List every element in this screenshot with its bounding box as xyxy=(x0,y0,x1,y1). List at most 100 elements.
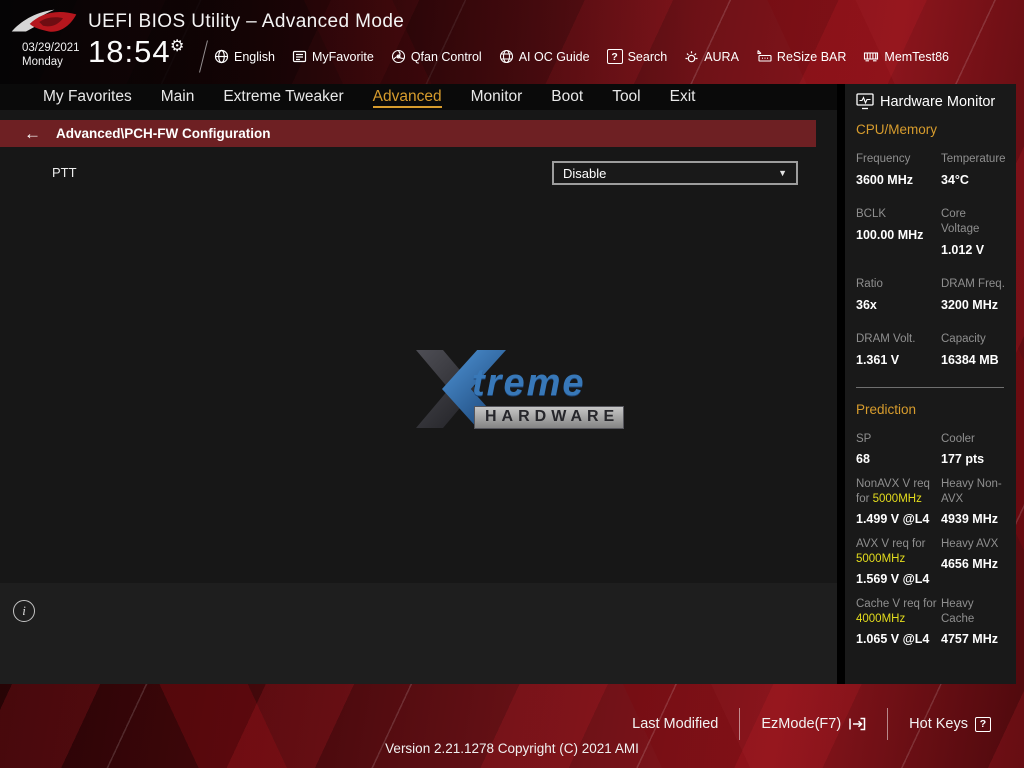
monitor-label: DRAM Freq. xyxy=(941,278,1005,290)
sidebar-title: Hardware Monitor xyxy=(856,93,1010,110)
toolbar-label: AI OC Guide xyxy=(518,49,590,64)
toolbar-item-qfan-control[interactable]: Qfan Control xyxy=(391,49,482,64)
toolbar-item-language[interactable]: English xyxy=(214,49,275,64)
rog-logo-icon xyxy=(10,3,78,41)
monitor-value: 177 pts xyxy=(941,452,985,466)
monitor-cell: Heavy Cache 4757 MHz xyxy=(941,597,1010,647)
toolbar-item-memtest86[interactable]: MemTest86 xyxy=(863,49,949,64)
toolbar-item-search[interactable]: ? Search xyxy=(606,49,668,64)
monitor-label: Cooler xyxy=(941,433,975,445)
myfavorite-icon xyxy=(292,49,307,64)
monitor-cell: Cache V req for 4000MHz 1.065 V @L4 xyxy=(856,597,941,647)
monitor-cell: BCLK 100.00 MHz xyxy=(856,207,941,258)
monitor-value: 4939 MHz xyxy=(941,512,998,526)
monitor-value: 4656 MHz xyxy=(941,557,998,571)
hot-keys-button[interactable]: Hot Keys ? xyxy=(888,716,1012,732)
gear-icon[interactable]: ⚙ xyxy=(170,36,184,56)
monitor-label: AVX V req for 5000MHz xyxy=(856,538,926,565)
toolbar-label: MyFavorite xyxy=(312,49,374,64)
monitor-cell: Capacity 16384 MB xyxy=(941,332,1010,368)
monitor-cell: Cooler 177 pts xyxy=(941,432,1010,467)
monitor-cell: DRAM Volt. 1.361 V xyxy=(856,332,941,368)
question-icon: ? xyxy=(975,716,991,732)
header-divider xyxy=(199,40,208,73)
system-time: 18:54 xyxy=(88,34,171,69)
section-heading-prediction: Prediction xyxy=(856,402,917,417)
toolbar-item-resize-bar[interactable]: ReSize BAR xyxy=(756,49,846,64)
monitor-label: SP xyxy=(856,433,872,445)
tab-boot[interactable]: Boot xyxy=(551,87,583,108)
monitor-value: 1.012 V xyxy=(941,243,985,257)
monitor-cell: Temperature 34°C xyxy=(941,152,1010,188)
monitor-label: Ratio xyxy=(856,278,883,290)
monitor-cell: Frequency 3600 MHz xyxy=(856,152,941,188)
breadcrumb-path: Advanced\PCH-FW Configuration xyxy=(56,126,271,141)
ai-oc-icon xyxy=(499,49,514,64)
main-nav: My Favorites Main Extreme Tweaker Advanc… xyxy=(0,84,837,110)
toolbar-item-ai-oc-guide[interactable]: AI OC Guide xyxy=(499,49,590,64)
monitor-value: 68 xyxy=(856,452,870,466)
monitor-value: 34°C xyxy=(941,173,969,187)
monitor-value: 1.361 V xyxy=(856,353,900,367)
last-modified-button[interactable]: Last Modified xyxy=(611,716,739,732)
monitor-label: Core Voltage xyxy=(941,208,980,235)
tab-main[interactable]: Main xyxy=(161,87,195,108)
date-value: 03/29/2021 xyxy=(22,42,80,54)
ezmode-exit-icon xyxy=(848,717,866,731)
last-modified-label: Last Modified xyxy=(632,716,719,732)
page-title: UEFI BIOS Utility – Advanced Mode xyxy=(88,11,405,32)
ptt-dropdown[interactable]: Disable ▼ xyxy=(552,161,798,185)
monitor-value: 3200 MHz xyxy=(941,298,998,312)
version-footer: Version 2.21.1278 Copyright (C) 2021 AMI xyxy=(385,741,639,756)
tab-my-favorites[interactable]: My Favorites xyxy=(43,87,132,108)
hot-keys-label: Hot Keys xyxy=(909,716,968,732)
monitor-label: Heavy Non-AVX xyxy=(941,478,1002,505)
search-icon: ? xyxy=(606,49,623,64)
hardware-monitor-sidebar: Hardware Monitor CPU/Memory Frequency 360… xyxy=(845,84,1016,684)
monitor-value: 1.499 V @L4 xyxy=(856,512,930,526)
monitor-value: 1.065 V @L4 xyxy=(856,632,930,646)
tab-extreme-tweaker[interactable]: Extreme Tweaker xyxy=(223,87,343,108)
monitor-label: DRAM Volt. xyxy=(856,333,916,345)
arrow-left-icon[interactable]: ← xyxy=(24,125,41,142)
monitor-label: NonAVX V req for 5000MHz xyxy=(856,478,930,505)
tab-monitor[interactable]: Monitor xyxy=(471,87,523,108)
ezmode-button[interactable]: EzMode(F7) xyxy=(740,716,887,732)
breadcrumb: ← Advanced\PCH-FW Configuration xyxy=(0,120,816,147)
section-heading-cpu-memory: CPU/Memory xyxy=(856,122,938,137)
watermark-text: treme xyxy=(472,362,586,404)
day-value: Monday xyxy=(22,56,63,68)
toolbar-label: Qfan Control xyxy=(410,49,482,64)
monitor-value: 16384 MB xyxy=(941,353,999,367)
monitor-label: Capacity xyxy=(941,333,986,345)
cpu-memory-grid: Frequency 3600 MHz Temperature 34°C BCLK 10… xyxy=(856,152,1010,387)
monitor-value: 1.569 V @L4 xyxy=(856,572,930,586)
sidebar-divider xyxy=(856,387,1004,388)
chevron-down-icon: ▼ xyxy=(778,168,787,178)
tab-tool[interactable]: Tool xyxy=(612,87,640,108)
monitor-cell: Core Voltage 1.012 V xyxy=(941,207,1010,258)
monitor-value: 4757 MHz xyxy=(941,632,998,646)
monitor-label: Heavy AVX xyxy=(941,538,999,550)
monitor-cell: NonAVX V req for 5000MHz 1.499 V @L4 xyxy=(856,477,941,527)
ptt-dropdown-value: Disable xyxy=(563,165,607,181)
monitor-value: 100.00 MHz xyxy=(856,228,924,242)
monitor-cell: Ratio 36x xyxy=(856,277,941,313)
toolbar-label: ReSize BAR xyxy=(776,49,847,64)
bios-screen: UEFI BIOS Utility – Advanced Mode 03/29/… xyxy=(0,0,1024,768)
ptt-setting-label: PTT xyxy=(52,165,77,180)
tab-exit[interactable]: Exit xyxy=(670,87,696,108)
toolbar-label: English xyxy=(234,49,275,64)
toolbar-item-aura[interactable]: AURA xyxy=(684,49,739,64)
qfan-icon xyxy=(391,49,406,64)
tab-advanced[interactable]: Advanced xyxy=(372,87,442,108)
monitor-cell: SP 68 xyxy=(856,432,941,467)
info-icon: i xyxy=(13,600,35,622)
toolbar-label: Search xyxy=(627,49,668,64)
globe-icon xyxy=(214,49,229,64)
settings-panel: ← Advanced\PCH-FW Configuration PTT Disa… xyxy=(0,110,837,583)
monitor-value: 3600 MHz xyxy=(856,173,913,187)
bottom-action-bar: Last Modified EzMode(F7) Hot Keys ? xyxy=(611,707,1012,741)
toolbar-item-myfavorite[interactable]: MyFavorite xyxy=(292,49,374,64)
prediction-grid: SP 68 Cooler 177 pts NonAVX V req for 5000… xyxy=(856,432,1010,657)
